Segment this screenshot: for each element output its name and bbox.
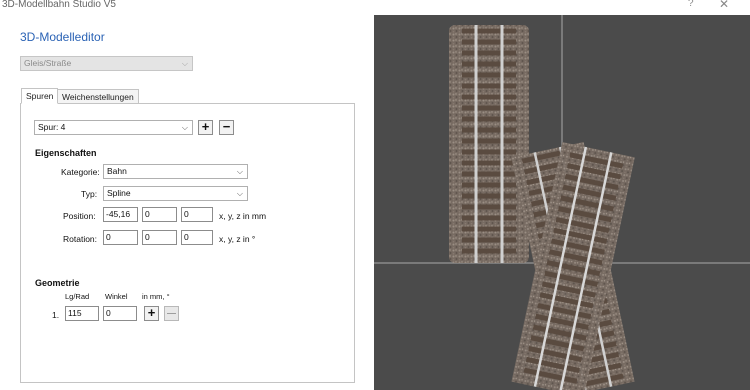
position-unit: x, y, z in mm — [219, 211, 267, 221]
tab-spuren[interactable]: Spuren — [21, 88, 59, 104]
kategorie-label: Kategorie: — [61, 167, 100, 177]
close-icon[interactable]: ✕ — [719, 0, 729, 11]
chevron-down-icon: ⌵ — [236, 167, 243, 176]
position-y-field[interactable]: 0 — [142, 207, 177, 222]
straight-track — [449, 25, 529, 263]
kategorie-select[interactable]: Bahn ⌵ — [103, 164, 248, 179]
position-z-field[interactable]: 0 — [181, 207, 213, 222]
column-unit-label: in mm, ° — [142, 292, 170, 301]
object-type-select[interactable]: Gleis/Straße ⌵ — [20, 56, 193, 71]
title-bar: 3D-Modellbahn Studio V5 ? ✕ — [0, 0, 750, 12]
geometry-length-field[interactable]: 115 — [65, 306, 99, 321]
position-x-field[interactable]: -45,16 — [103, 207, 138, 222]
window-title: 3D-Modellbahn Studio V5 — [2, 0, 116, 10]
chevron-down-icon: ⌵ — [181, 59, 188, 68]
tab-weichenstellungen-label: Weichenstellungen — [62, 92, 134, 102]
spur-select[interactable]: Spur: 4 ⌵ — [34, 120, 193, 135]
remove-spur-button[interactable]: − — [219, 120, 234, 135]
column-length-label: Lg/Rad — [65, 292, 90, 301]
geometrie-heading: Geometrie — [35, 278, 80, 288]
geometry-row-index: 1. — [52, 310, 60, 320]
typ-select[interactable]: Spline ⌵ — [103, 186, 248, 201]
add-geometry-button[interactable]: + — [144, 306, 159, 321]
chevron-down-icon: ⌵ — [181, 123, 188, 132]
spur-value: Spur: 4 — [38, 122, 66, 132]
geometry-angle-field[interactable]: 0 — [103, 306, 137, 321]
crossing-track — [511, 141, 635, 390]
rotation-unit: x, y, z in ° — [219, 234, 256, 244]
remove-geometry-button[interactable]: — — [164, 306, 179, 321]
typ-label: Typ: — [81, 189, 98, 199]
tab-weichenstellungen[interactable]: Weichenstellungen — [57, 89, 139, 104]
eigenschaften-heading: Eigenschaften — [35, 148, 97, 158]
column-angle-label: Winkel — [105, 292, 128, 301]
object-type-value: Gleis/Straße — [24, 58, 72, 68]
typ-value: Spline — [107, 188, 131, 198]
rotation-y-field[interactable]: 0 — [142, 230, 177, 245]
position-label: Position: — [63, 211, 96, 221]
editor-heading: 3D-Modelleditor — [20, 30, 105, 44]
tab-spuren-label: Spuren — [26, 91, 54, 101]
add-spur-button[interactable]: + — [198, 120, 213, 135]
help-icon[interactable]: ? — [688, 0, 694, 9]
viewport-scene — [374, 15, 750, 390]
rotation-z-field[interactable]: 0 — [181, 230, 213, 245]
chevron-down-icon: ⌵ — [236, 189, 243, 198]
rotation-label: Rotation: — [63, 234, 98, 244]
rotation-x-field[interactable]: 0 — [103, 230, 138, 245]
3d-viewport[interactable] — [374, 15, 750, 390]
kategorie-value: Bahn — [107, 166, 127, 176]
